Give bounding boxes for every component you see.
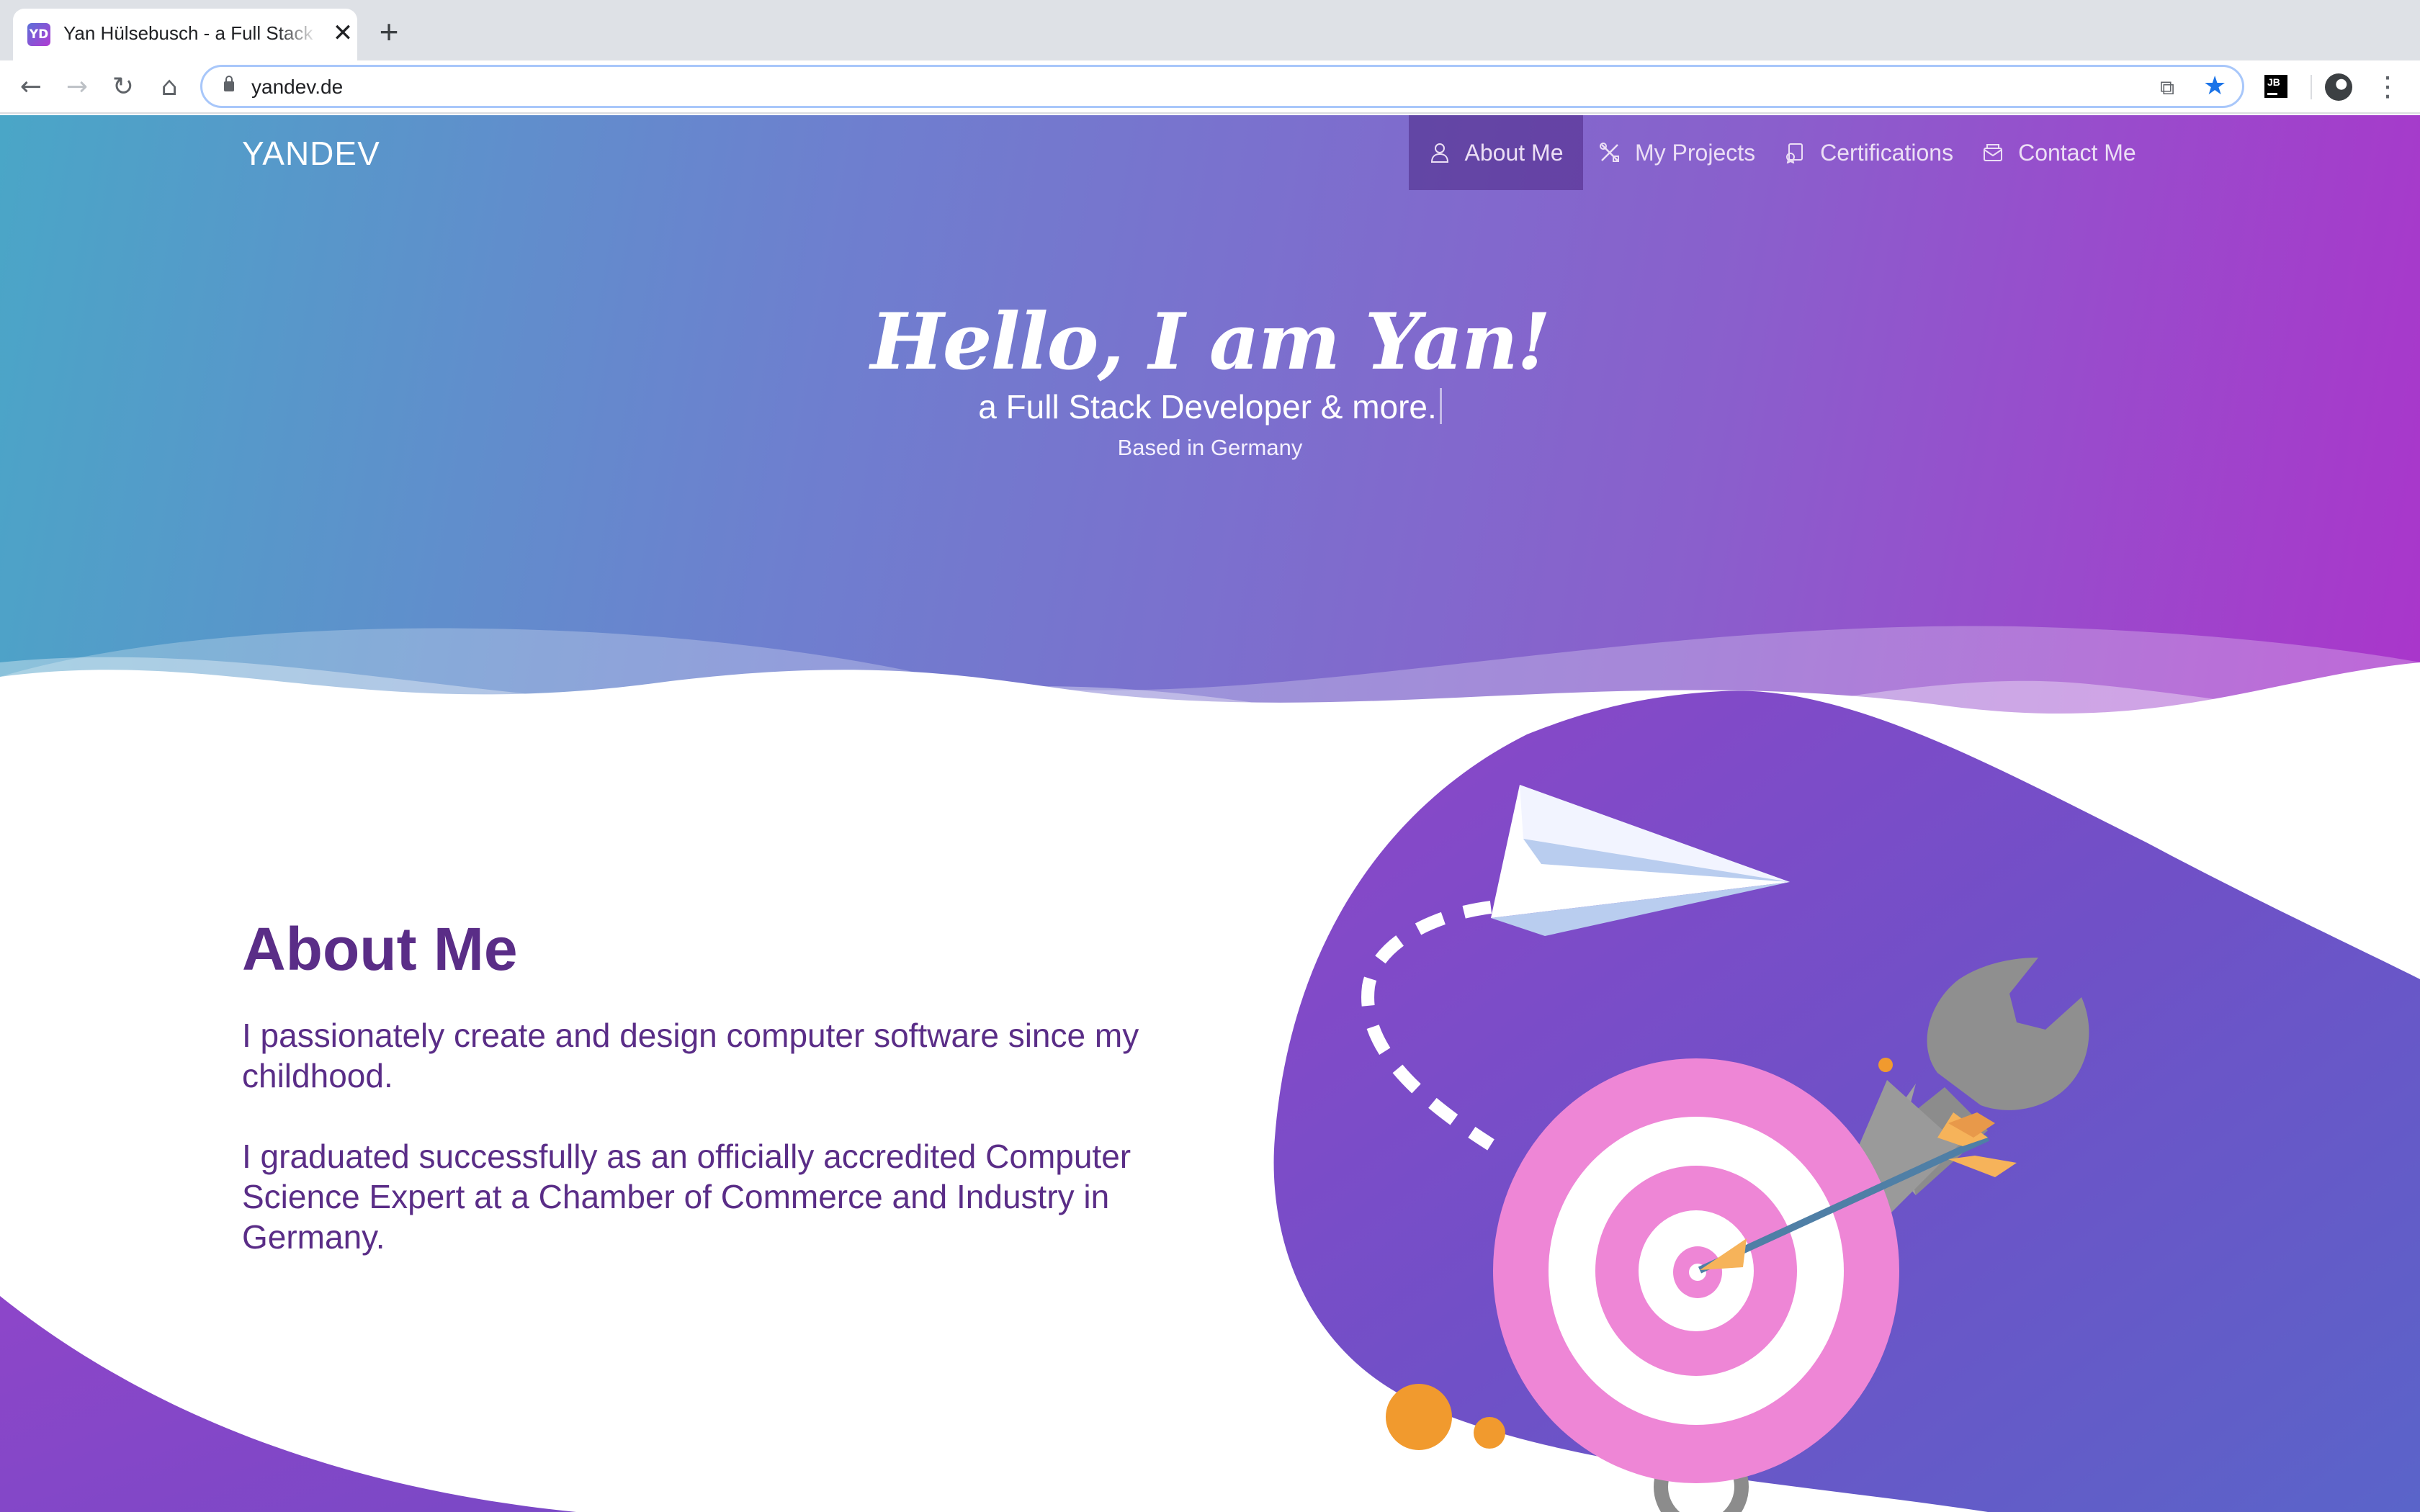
typing-cursor <box>1439 388 1442 424</box>
main-nav: About Me My Projects Certifications Cont… <box>1409 115 2151 190</box>
hero-location: Based in Germany <box>1117 435 1303 460</box>
hero-subtitle: a Full Stack Developer & more. <box>0 387 2420 426</box>
reload-icon[interactable]: ↻ <box>107 71 140 104</box>
paper-plane-illustration <box>1491 785 1790 936</box>
wrench-illustration <box>1844 958 2089 1217</box>
orange-dot-medium <box>1474 1417 1505 1449</box>
url-text[interactable]: yandev.de <box>251 76 343 99</box>
back-icon[interactable]: ← <box>14 71 48 104</box>
browser-toolbar: ← → ↻ ⌂ yandev.de ⧉ ★ JB ⋮ <box>0 60 2420 114</box>
home-icon[interactable]: ⌂ <box>153 71 186 104</box>
favicon-icon: YD <box>27 23 50 46</box>
forward-icon[interactable]: → <box>60 71 94 104</box>
nav-contact-me[interactable]: Contact Me <box>1968 115 2151 190</box>
hero-title: Hello, I am Yan! <box>870 297 1551 387</box>
site-logo[interactable]: YANDEV <box>242 134 380 173</box>
browser-tab-strip: YD Yan Hülsebusch - a Full Stack Develop… <box>0 0 2420 60</box>
nav-label: Certifications <box>1820 139 1954 166</box>
orange-dot-small <box>1878 1058 1893 1072</box>
bookmark-star-icon[interactable]: ★ <box>2203 71 2226 101</box>
close-tab-icon[interactable]: ✕ <box>330 20 356 46</box>
address-bar[interactable]: yandev.de ⧉ ★ <box>200 65 2244 108</box>
nav-label: My Projects <box>1635 139 1756 166</box>
profile-avatar-icon[interactable] <box>2325 73 2352 101</box>
tools-icon <box>1599 142 1621 163</box>
nav-label: Contact Me <box>2018 139 2136 166</box>
about-paragraph: I graduated successfully as an officiall… <box>242 1138 1131 1256</box>
browser-menu-icon[interactable]: ⋮ <box>2374 71 2401 104</box>
jetbrains-extension-icon[interactable]: JB <box>2264 75 2287 98</box>
nav-about-me[interactable]: About Me <box>1409 115 1583 190</box>
target-illustration <box>1493 1058 1899 1483</box>
nav-certifications[interactable]: Certifications <box>1770 115 1968 190</box>
about-title: About Me <box>242 915 518 983</box>
orange-dot-large <box>1386 1384 1452 1450</box>
web-page: YANDEV About Me My Projects Certificatio… <box>0 115 2420 1512</box>
lock-icon[interactable] <box>224 76 234 91</box>
new-tab-button[interactable]: + <box>372 15 406 50</box>
nav-my-projects[interactable]: My Projects <box>1585 115 1770 190</box>
nav-label: About Me <box>1464 139 1564 166</box>
install-app-icon[interactable]: ⧉ <box>2160 76 2174 100</box>
browser-tab[interactable]: YD Yan Hülsebusch - a Full Stack Develop… <box>13 9 357 60</box>
certificate-icon <box>1784 142 1806 163</box>
hero-subtitle-text: a Full Stack Developer & more. <box>978 388 1437 426</box>
arrow-illustration <box>1698 1112 2017 1274</box>
tab-title: Yan Hülsebusch - a Full Stack Developer <box>63 22 319 45</box>
toolbar-divider <box>2311 75 2312 99</box>
about-paragraph: I passionately create and design compute… <box>242 1017 1139 1094</box>
envelope-icon <box>1982 142 2004 163</box>
user-icon <box>1429 142 1451 163</box>
